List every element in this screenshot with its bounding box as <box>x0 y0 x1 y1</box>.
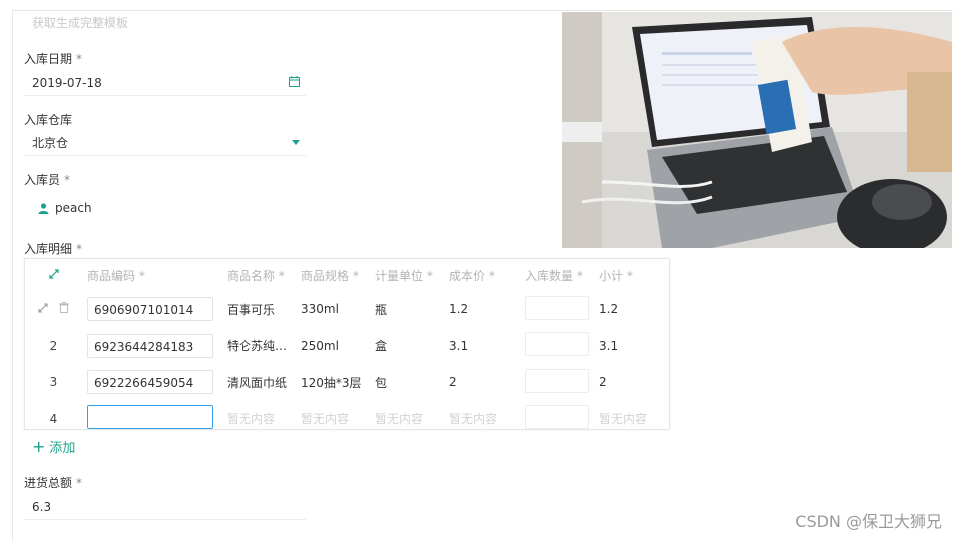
expand-icon[interactable] <box>49 269 59 279</box>
qty-cell[interactable] <box>521 291 595 328</box>
cost-cell: 3.1 <box>445 328 521 365</box>
staff-user: peach <box>38 201 92 215</box>
required-mark: * <box>76 476 82 490</box>
staff-label-text: 入库员 <box>24 173 60 187</box>
warehouse-label: 入库仓库 <box>24 111 72 128</box>
qty-cell[interactable] <box>521 364 595 401</box>
warehouse-select[interactable]: 北京仓 <box>24 130 306 156</box>
date-field[interactable]: 2019-07-18 <box>24 70 306 96</box>
code-cell[interactable]: 6923644284183 <box>83 328 223 365</box>
code-input[interactable] <box>87 405 213 429</box>
unit-cell: 包 <box>371 364 445 401</box>
required-mark: * <box>76 52 82 66</box>
unit-cell: 盒 <box>371 328 445 365</box>
required-mark: * <box>76 242 82 256</box>
unit-cell: 暂无内容 <box>371 401 445 438</box>
name-cell: 暂无内容 <box>223 401 297 438</box>
table-row: 3 6922266459054 清风面巾纸 120抽*3层 包 2 2 <box>25 364 669 401</box>
expand-all-header[interactable] <box>25 259 83 291</box>
qty-cell[interactable] <box>521 328 595 365</box>
unit-cell: 瓶 <box>371 291 445 328</box>
col-header-unit: 计量单位 * <box>371 259 445 291</box>
chevron-down-icon[interactable] <box>292 140 300 145</box>
subtotal-cell: 3.1 <box>595 328 669 365</box>
name-cell: 清风面巾纸 <box>223 364 297 401</box>
warehouse-value: 北京仓 <box>24 134 68 151</box>
total-label-text: 进货总额 <box>24 476 72 490</box>
name-cell: 特仑苏纯… <box>223 328 297 365</box>
code-input[interactable]: 6923644284183 <box>87 334 213 358</box>
trash-icon[interactable] <box>59 302 69 313</box>
row-actions <box>25 291 83 328</box>
row-index: 3 <box>25 364 83 401</box>
qty-input[interactable] <box>525 332 589 356</box>
spec-cell: 120抽*3层 <box>297 364 371 401</box>
code-input[interactable]: 6922266459054 <box>87 370 213 394</box>
faded-header-text: 获取生成完整模板 <box>32 14 128 31</box>
subtotal-cell: 暂无内容 <box>595 401 669 438</box>
table-row: 4 暂无内容 暂无内容 暂无内容 暂无内容 暂无内容 <box>25 401 669 438</box>
code-cell[interactable]: 6922266459054 <box>83 364 223 401</box>
plus-icon: + <box>32 437 45 456</box>
row-index: 2 <box>25 328 83 365</box>
cost-cell: 1.2 <box>445 291 521 328</box>
col-header-qty: 入库数量 * <box>521 259 595 291</box>
total-field[interactable]: 6.3 <box>24 494 306 520</box>
qty-cell[interactable] <box>521 401 595 438</box>
cost-cell: 2 <box>445 364 521 401</box>
required-mark: * <box>64 173 70 187</box>
code-input[interactable]: 6906907101014 <box>87 297 213 321</box>
spec-cell: 暂无内容 <box>297 401 371 438</box>
drag-handle-icon[interactable] <box>38 303 48 313</box>
qty-input[interactable] <box>525 405 589 429</box>
calendar-icon[interactable] <box>289 76 300 87</box>
row-index: 4 <box>25 401 83 438</box>
cost-cell: 暂无内容 <box>445 401 521 438</box>
date-label: 入库日期 * <box>24 50 82 67</box>
table-header: 商品编码 * 商品名称 * 商品规格 * 计量单位 * 成本价 * 入库数量 *… <box>25 259 669 291</box>
col-header-spec: 商品规格 * <box>297 259 371 291</box>
add-row-button[interactable]: + 添加 <box>32 437 75 456</box>
col-header-code: 商品编码 * <box>83 259 223 291</box>
detail-label: 入库明细 * <box>24 240 82 257</box>
qty-input[interactable] <box>525 296 589 320</box>
scanner-photo <box>562 12 952 248</box>
code-cell[interactable]: 6906907101014 <box>83 291 223 328</box>
code-cell[interactable] <box>83 401 223 438</box>
date-label-text: 入库日期 <box>24 52 72 66</box>
watermark: CSDN @保卫大狮兄 <box>795 508 942 532</box>
date-value: 2019-07-18 <box>24 76 102 90</box>
staff-value: peach <box>55 201 92 215</box>
user-icon <box>38 203 49 214</box>
table-row: 6906907101014 百事可乐 330ml 瓶 1.2 1.2 <box>25 291 669 328</box>
col-header-cost: 成本价 * <box>445 259 521 291</box>
spec-cell: 330ml <box>297 291 371 328</box>
spec-cell: 250ml <box>297 328 371 365</box>
detail-table: 商品编码 * 商品名称 * 商品规格 * 计量单位 * 成本价 * 入库数量 *… <box>24 258 670 430</box>
name-cell: 百事可乐 <box>223 291 297 328</box>
detail-label-text: 入库明细 <box>24 242 72 256</box>
subtotal-cell: 1.2 <box>595 291 669 328</box>
qty-input[interactable] <box>525 369 589 393</box>
subtotal-cell: 2 <box>595 364 669 401</box>
col-header-subtotal: 小计 * <box>595 259 669 291</box>
total-label: 进货总额 * <box>24 474 82 491</box>
total-value: 6.3 <box>24 500 51 514</box>
add-row-label: 添加 <box>49 437 75 456</box>
col-header-name: 商品名称 * <box>223 259 297 291</box>
table-row: 2 6923644284183 特仑苏纯… 250ml 盒 3.1 3.1 <box>25 328 669 365</box>
staff-label: 入库员 * <box>24 171 70 188</box>
